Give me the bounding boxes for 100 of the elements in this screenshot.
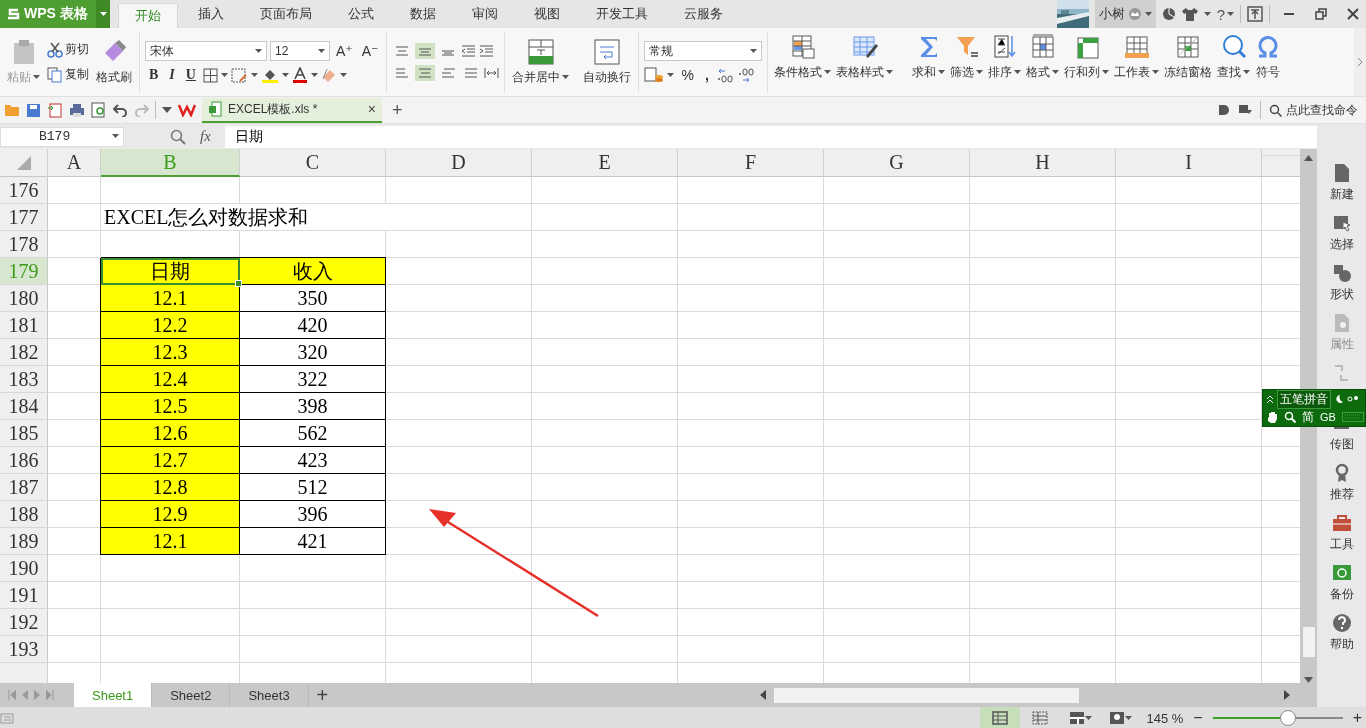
align-button[interactable] bbox=[415, 43, 436, 59]
d-badge-icon[interactable] bbox=[1218, 104, 1230, 116]
menu-tab[interactable]: 开发工具 bbox=[580, 0, 664, 28]
print-icon[interactable] bbox=[69, 102, 85, 118]
ribbon-tool-button[interactable]: 查找 bbox=[1215, 34, 1253, 81]
folder-icon[interactable] bbox=[4, 103, 20, 117]
menu-tab[interactable]: 公式 bbox=[332, 0, 390, 28]
ribbon-tool-button[interactable]: 行和列 bbox=[1062, 34, 1112, 81]
caret-icon[interactable] bbox=[667, 72, 675, 78]
keyboard-icon[interactable] bbox=[1341, 412, 1364, 422]
percent-button[interactable]: % bbox=[677, 67, 698, 83]
help-button[interactable]: ? bbox=[1216, 5, 1234, 23]
command-search[interactable]: 点此查找命令 bbox=[1269, 101, 1358, 119]
sidebar-item[interactable]: 新建 bbox=[1329, 163, 1354, 210]
account-button[interactable]: 小树 bbox=[1094, 0, 1156, 28]
borders-icon[interactable] bbox=[202, 67, 218, 83]
zoom-icon[interactable] bbox=[170, 128, 186, 145]
chevron-right-icon[interactable] bbox=[1357, 57, 1363, 67]
save-icon[interactable] bbox=[26, 102, 41, 118]
bold-button[interactable]: B bbox=[145, 67, 163, 83]
ribbon-tool-button[interactable]: 格式 bbox=[1024, 34, 1062, 81]
align-button[interactable] bbox=[415, 65, 436, 81]
hand-icon[interactable] bbox=[1266, 411, 1278, 423]
wrap-text-button[interactable]: 自动换行 bbox=[581, 38, 634, 86]
menu-tab[interactable]: 开始 bbox=[118, 3, 178, 28]
ribbon-tool-button[interactable]: 条件格式 bbox=[772, 34, 834, 81]
simplified-mode[interactable]: 简 bbox=[1302, 408, 1314, 426]
sidebar-item[interactable]: 帮助 bbox=[1329, 613, 1354, 660]
search-icon[interactable] bbox=[1284, 411, 1296, 423]
normal-view-button[interactable] bbox=[980, 707, 1021, 728]
name-box[interactable]: B179 bbox=[0, 126, 124, 147]
scroll-thumb[interactable] bbox=[1302, 627, 1315, 657]
column-header[interactable]: D bbox=[386, 149, 532, 177]
insert-function-button[interactable]: fx bbox=[194, 128, 217, 145]
sidebar-item[interactable]: 备份 bbox=[1329, 563, 1354, 610]
ribbon-tool-button[interactable]: 排序 bbox=[986, 34, 1024, 81]
italic-button[interactable]: I bbox=[165, 67, 179, 83]
sheet-tab[interactable]: Sheet1 bbox=[74, 683, 153, 707]
input-method-name[interactable]: 五笔拼音 bbox=[1277, 389, 1331, 409]
copy-button[interactable]: 复制 bbox=[45, 65, 91, 84]
formula-field[interactable]: 日期 bbox=[224, 125, 1317, 148]
shirt-icon[interactable] bbox=[1181, 7, 1198, 21]
shrink-font-button[interactable]: A⁻ bbox=[358, 43, 382, 59]
caret-icon[interactable] bbox=[162, 107, 172, 113]
print-preview-icon[interactable] bbox=[91, 102, 107, 118]
menu-tab[interactable]: 云服务 bbox=[668, 0, 739, 28]
font-color-icon[interactable] bbox=[291, 67, 308, 83]
cell-style-icon[interactable] bbox=[230, 67, 248, 83]
sidebar-item[interactable]: 工具 bbox=[1329, 513, 1354, 560]
distribute-icon[interactable] bbox=[484, 67, 500, 79]
font-size-field[interactable]: 12 bbox=[270, 41, 330, 61]
chevron-up-icon[interactable] bbox=[1266, 394, 1274, 404]
ribbon-tool-button[interactable]: 冻结窗格 bbox=[1162, 34, 1215, 81]
column-header[interactable]: G bbox=[824, 149, 970, 177]
wps-logo-icon[interactable] bbox=[178, 103, 196, 117]
menu-tab[interactable]: 插入 bbox=[182, 0, 240, 28]
column-header[interactable]: H bbox=[970, 149, 1116, 177]
ribbon-tool-button[interactable]: 求和 bbox=[910, 34, 948, 81]
merge-center-button[interactable]: 合并居中 bbox=[510, 38, 572, 86]
menu-tab[interactable]: 数据 bbox=[394, 0, 452, 28]
column-header[interactable]: C bbox=[240, 149, 386, 177]
grow-font-button[interactable]: A⁺ bbox=[333, 43, 356, 59]
sidebar-item[interactable]: 形状 bbox=[1329, 263, 1354, 310]
underline-button[interactable]: U bbox=[181, 67, 200, 83]
caret-icon[interactable] bbox=[310, 72, 318, 78]
decrease-decimal-icon[interactable] bbox=[736, 67, 755, 83]
caret-icon[interactable] bbox=[281, 72, 289, 78]
zoom-in-button[interactable]: + bbox=[1348, 709, 1366, 727]
ribbon-tool-button[interactable]: 表格样式 bbox=[834, 34, 896, 81]
ribbon-tool-button[interactable]: 筛选 bbox=[948, 34, 986, 81]
format-painter-button[interactable]: 格式刷 bbox=[94, 38, 134, 86]
caret-icon[interactable] bbox=[220, 72, 228, 78]
undo-icon[interactable] bbox=[113, 103, 128, 117]
menu-tab[interactable]: 页面布局 bbox=[244, 0, 328, 28]
sidebar-item[interactable]: 推荐 bbox=[1329, 463, 1354, 510]
increase-indent-icon[interactable] bbox=[479, 45, 495, 57]
close-tab-button[interactable]: × bbox=[367, 101, 376, 117]
caret-icon[interactable] bbox=[1203, 11, 1211, 17]
zoom-out-button[interactable]: − bbox=[1189, 709, 1207, 727]
fill-color-icon[interactable] bbox=[260, 67, 279, 83]
font-name-field[interactable]: 宋体 bbox=[145, 41, 267, 61]
document-tab[interactable]: EXCEL模板.xls * × bbox=[202, 97, 382, 123]
increase-decimal-icon[interactable] bbox=[715, 67, 734, 83]
currency-icon[interactable] bbox=[644, 67, 665, 83]
column-header[interactable]: F bbox=[678, 149, 824, 177]
ribbon-tool-button[interactable]: 工作表 bbox=[1112, 34, 1162, 81]
column-header[interactable]: E bbox=[532, 149, 678, 177]
comma-button[interactable]: , bbox=[700, 67, 713, 83]
menu-tab[interactable]: 审阅 bbox=[456, 0, 514, 28]
caret-icon[interactable] bbox=[250, 72, 258, 78]
tray-icon[interactable] bbox=[1238, 104, 1252, 116]
column-header[interactable]: A bbox=[48, 149, 101, 177]
menu-tab[interactable]: 视图 bbox=[518, 0, 576, 28]
scroll-thumb[interactable] bbox=[774, 687, 1079, 703]
upload-window-icon[interactable] bbox=[1247, 6, 1263, 22]
cut-button[interactable]: 剪切 bbox=[45, 40, 91, 59]
punctuation-icon[interactable] bbox=[1347, 394, 1359, 404]
sidebar-item[interactable]: 选择 bbox=[1329, 213, 1354, 260]
column-header[interactable]: I bbox=[1116, 149, 1262, 177]
caret-icon[interactable] bbox=[339, 72, 347, 78]
